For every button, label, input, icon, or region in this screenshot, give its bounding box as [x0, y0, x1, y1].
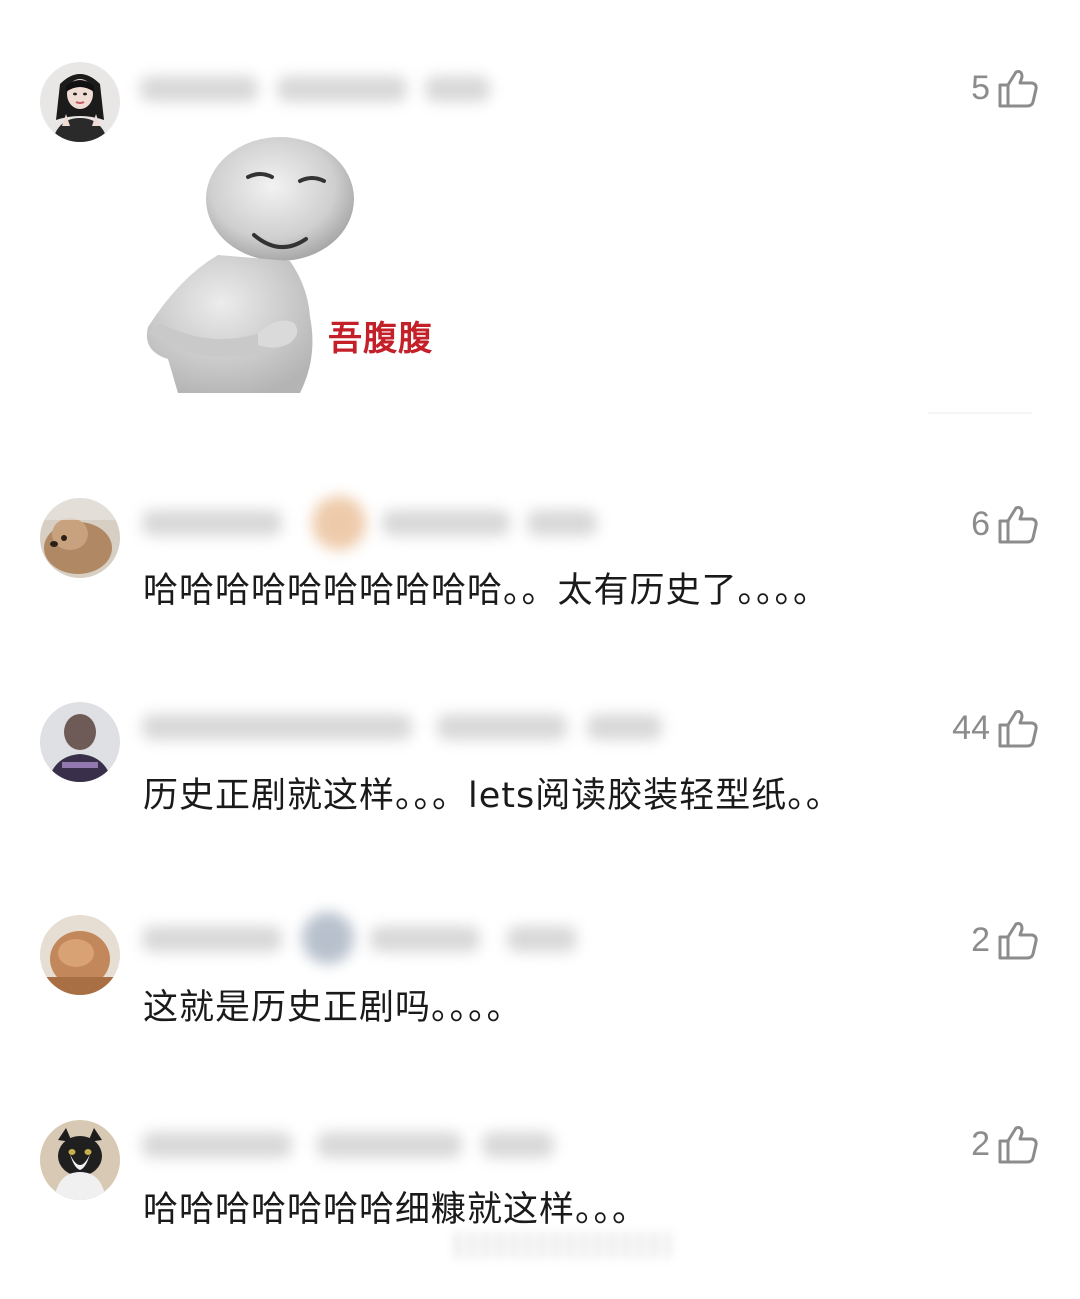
- thumbs-up-icon: [998, 922, 1038, 960]
- like-button[interactable]: 6: [971, 500, 1040, 548]
- like-button[interactable]: 5: [971, 64, 1040, 112]
- blurred-username: [132, 700, 672, 754]
- thumbs-up-icon: [998, 710, 1038, 748]
- avatar-cat-photo-icon[interactable]: [40, 1120, 120, 1200]
- thumbs-up-icon: [998, 70, 1038, 108]
- avatar-person-photo-icon[interactable]: [40, 702, 120, 782]
- thumbs-up-icon: [998, 506, 1038, 544]
- like-count: 44: [952, 709, 990, 747]
- comment-image[interactable]: 吾腹腹: [140, 137, 440, 393]
- avatar-pet-photo-icon[interactable]: [40, 915, 120, 995]
- like-count: 2: [971, 1125, 990, 1163]
- like-count: 5: [971, 69, 990, 107]
- divider: [928, 412, 1032, 414]
- avatar-woman-photo-icon[interactable]: [40, 62, 120, 142]
- blurred-username: [132, 1118, 572, 1172]
- like-button[interactable]: 2: [971, 916, 1040, 964]
- like-button[interactable]: 44: [952, 704, 1040, 752]
- like-count: 2: [971, 921, 990, 959]
- blurred-username: [132, 62, 497, 116]
- comment-text: 哈哈哈哈哈哈哈哈哈哈。。太有历史了。。。。: [143, 571, 830, 611]
- avatar-dog-photo-icon[interactable]: [40, 498, 120, 578]
- like-count: 6: [971, 505, 990, 543]
- comment-text: 历史正剧就这样。。。lets阅读胶装轻型纸。。: [143, 776, 842, 816]
- comment-text: 哈哈哈哈哈哈哈细糠就这样。。。: [143, 1190, 649, 1230]
- meme-caption: 吾腹腹: [328, 319, 433, 359]
- comment-text: 这就是历史正剧吗。。。。: [143, 988, 523, 1028]
- like-button[interactable]: 2: [971, 1120, 1040, 1168]
- comment-list-screen: { "comments": [ { "avatar_icon": "avatar…: [0, 0, 1080, 1299]
- blurred-username: [132, 496, 612, 550]
- comment-item: 5 吾腹腹: [0, 0, 1080, 430]
- blurred-watermark: [455, 1232, 670, 1258]
- thumbs-up-icon: [998, 1126, 1038, 1164]
- blurred-username: [132, 912, 592, 966]
